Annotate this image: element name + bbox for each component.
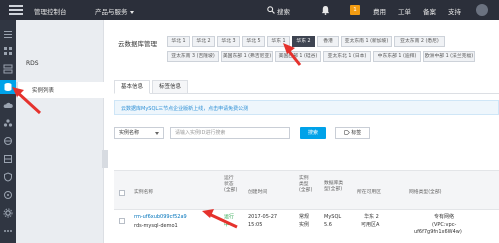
region-tab[interactable]: 美国西部 1 (硅谷) (275, 51, 321, 62)
cloud-icon[interactable] (3, 100, 13, 110)
region-tab[interactable]: 华北 2 (192, 36, 215, 47)
tag-button-label: 标签 (351, 130, 362, 136)
select-value: 实例名称 (119, 130, 140, 136)
col-header-network[interactable]: 网络类型(全部) (409, 190, 442, 196)
table-row: rm-uf6xub099cf52a9 rds-mysql-demo1 运行 中 … (114, 214, 499, 243)
security-icon[interactable] (3, 172, 13, 182)
region-tab[interactable]: 华北 3 (217, 36, 240, 47)
network-type: 专有网络 (434, 214, 455, 220)
storage-icon[interactable] (3, 154, 13, 164)
grid-icon[interactable] (3, 46, 13, 56)
ticket-link[interactable]: 工单 (398, 6, 411, 16)
menu-icon[interactable] (9, 5, 23, 15)
monitor-icon[interactable] (3, 190, 13, 200)
subnav-item-label: 实例列表 (32, 88, 55, 94)
db-type: MySQL (324, 214, 342, 220)
products-label: 产品与服务 (95, 8, 128, 16)
region-tab[interactable]: 亚太东南 2 (悉尼) (394, 36, 445, 47)
col-header-db[interactable]: 数据库类型(全部) (324, 181, 346, 193)
region-label: 云数据库管理 (118, 40, 157, 48)
region-tab[interactable]: 华北 1 (167, 36, 190, 47)
instance-type-line1: 常规 (299, 214, 310, 220)
network-icon[interactable] (3, 136, 13, 146)
region-tab-active[interactable]: 华东 2 (292, 36, 315, 47)
instance-id-link[interactable]: rm-uf6xub099cf52a9 (134, 214, 187, 221)
collapse-icon[interactable] (3, 29, 13, 39)
tab-basic-info[interactable]: 基本信息 (114, 80, 150, 94)
console-link[interactable]: 管理控制台 (34, 6, 67, 16)
zone-region: 华东 2 (364, 214, 379, 220)
notice-banner: 云数据库MySQL三节点企业版新上线，点击申请免费公测 (114, 100, 499, 115)
tag-button[interactable]: 标签 (335, 127, 370, 139)
created-time: 15:05 (248, 222, 263, 228)
col-header-created: 创建时间 (248, 190, 268, 195)
database-nav-active[interactable] (0, 80, 16, 94)
subnav-item-instance-list[interactable]: 实例列表 (16, 82, 104, 98)
settings-icon[interactable] (3, 208, 13, 218)
region-tab[interactable]: 中东东部 1 (迪拜) (373, 51, 421, 62)
col-header-type[interactable]: 实例类型(全部) (299, 176, 313, 194)
tag-icon (343, 130, 350, 135)
status-line1: 运行 (224, 214, 235, 220)
support-link[interactable]: 支持 (448, 6, 461, 16)
col-header-status[interactable]: 运行状态(全部) (224, 176, 238, 194)
avatar[interactable] (476, 4, 488, 16)
region-tab[interactable]: 亚太东南 1 (新加坡) (341, 36, 392, 47)
row-checkbox[interactable] (119, 218, 125, 224)
search-field-select[interactable]: 实例名称 (114, 127, 164, 139)
search-icon[interactable] (267, 6, 275, 14)
instance-table: 实例名称 运行状态(全部) 创建时间 实例类型(全部) 数据库类型(全部) 所在… (114, 170, 499, 243)
region-tab[interactable]: 亚太东北 1 (日本) (323, 51, 371, 62)
rds-subnav: RDS 实例列表 (16, 20, 104, 243)
record-link[interactable]: 备案 (423, 6, 436, 16)
notice-link[interactable]: 云数据库MySQL三节点企业版新上线，点击申请免费公测 (121, 105, 248, 112)
region-tab[interactable]: 美国东部 1 (弗吉尼亚) (221, 51, 273, 62)
created-date: 2017-05-27 (248, 214, 278, 220)
subnav-title: RDS (26, 60, 39, 67)
network-vpc-id: uf6f7g9fn1x6W4w) (414, 229, 462, 235)
search-input[interactable]: 请输入实例ID进行搜索 (170, 127, 290, 139)
db-version: 5.6 (324, 222, 332, 228)
subnav-collapse-toggle[interactable] (102, 150, 108, 168)
tab-tag-info[interactable]: 标签信息 (152, 80, 188, 94)
more-icon[interactable] (3, 226, 13, 236)
search-link[interactable]: 搜索 (277, 6, 290, 16)
zone-name: 可用区A (361, 222, 380, 228)
region-tab[interactable]: 华东 1 (267, 36, 290, 47)
col-header-zone: 所在可用区 (357, 190, 381, 195)
select-all-checkbox[interactable] (119, 190, 125, 196)
database-icon (4, 83, 12, 91)
main-content: 云数据库管理 华北 1 华北 2 华北 3 华北 5 华东 1 华东 2 香港 … (110, 20, 499, 243)
status-line2: 中 (224, 222, 230, 228)
server-icon[interactable] (3, 64, 13, 74)
search-button[interactable]: 搜索 (300, 127, 326, 139)
notification-badge[interactable]: 1 (350, 5, 360, 15)
region-tab[interactable]: 亚太东南 3 (吉隆坡) (167, 51, 219, 62)
instance-name: rds-mysql-demo1 (134, 223, 178, 229)
chevron-down-icon (155, 132, 159, 135)
side-nav (0, 20, 16, 243)
region-tab[interactable]: 香港 (317, 36, 339, 47)
network-vpc: (VPC:vpc- (432, 222, 457, 228)
detail-tabs: 基本信息 标签信息 (114, 80, 499, 94)
search-row: 实例名称 请输入实例ID进行搜索 搜索 标签 (114, 127, 499, 141)
cluster-icon[interactable] (3, 118, 13, 128)
col-header-name: 实例名称 (134, 190, 154, 195)
region-tab[interactable]: 欧洲中部 1 (法兰克福) (423, 51, 475, 62)
bell-icon[interactable] (321, 5, 330, 15)
products-menu[interactable]: 产品与服务 (95, 6, 134, 16)
top-bar: 管理控制台 产品与服务 搜索 1 费用 工单 备案 支持 (0, 0, 499, 20)
chevron-down-icon (129, 10, 134, 14)
billing-link[interactable]: 费用 (373, 6, 386, 16)
instance-type-line2: 实例 (299, 222, 310, 228)
table-header: 实例名称 运行状态(全部) 创建时间 实例类型(全部) 数据库类型(全部) 所在… (114, 170, 499, 210)
region-tab[interactable]: 华北 5 (242, 36, 265, 47)
